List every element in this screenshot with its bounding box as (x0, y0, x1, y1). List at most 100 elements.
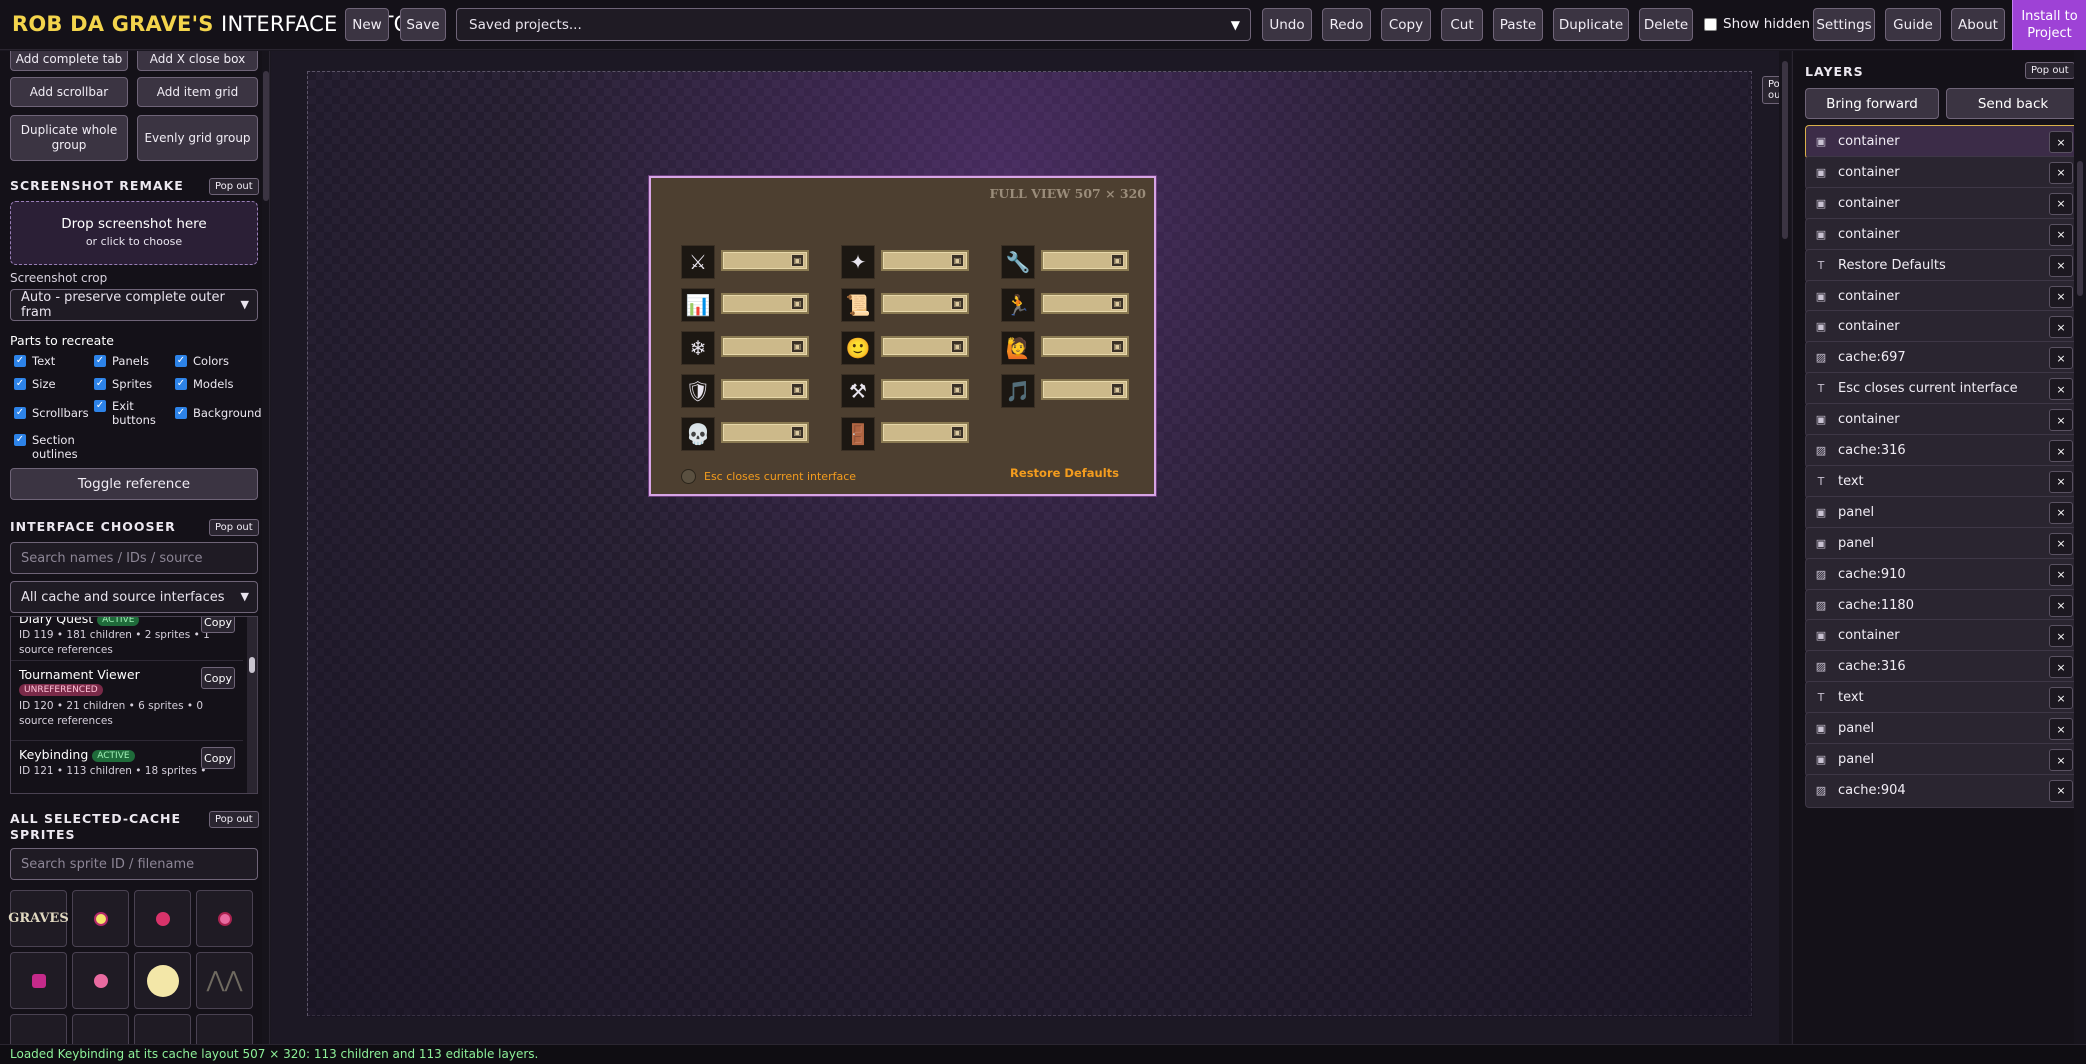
part-section-outlines-checkbox[interactable]: ✓ Section outlines (14, 433, 84, 461)
keybind-slot[interactable]: ▣ (721, 379, 809, 400)
settings-button[interactable]: Settings (1813, 8, 1875, 41)
layer-row[interactable]: Ttext × (1805, 681, 2080, 716)
keybind-slot[interactable]: ▣ (721, 293, 809, 314)
remove-layer-button[interactable]: × (2049, 594, 2073, 617)
layer-row[interactable]: T Esc closes current interface × (1805, 372, 2080, 407)
layer-row[interactable]: ▣ container × (1805, 279, 2080, 314)
sprite-thumbnail[interactable] (196, 890, 253, 947)
remove-layer-button[interactable]: × (2049, 501, 2073, 524)
layer-row[interactable]: ▣ panel × (1805, 495, 2080, 530)
sprite-thumbnail[interactable] (134, 890, 191, 947)
screenshot-popout-button[interactable]: Pop out (209, 178, 259, 195)
remove-layer-button[interactable]: × (2049, 779, 2073, 802)
list-scrollbar[interactable] (247, 617, 257, 793)
keybind-slot[interactable]: ▣ (721, 336, 809, 357)
remove-layer-button[interactable]: × (2049, 625, 2073, 648)
keybind-slot[interactable]: ▣ (881, 379, 969, 400)
cut-button[interactable]: Cut (1441, 8, 1483, 41)
sprite-thumbnail[interactable] (72, 1014, 129, 1044)
inventory-icon[interactable]: 🛡 (681, 374, 715, 408)
part-exit-buttons-checkbox[interactable]: ✓ Exit buttons (94, 399, 156, 427)
esc-closes-option[interactable]: Esc closes current interface (681, 469, 856, 484)
add-item-grid-button[interactable]: Add item grid (137, 77, 258, 107)
copy-interface-button[interactable]: Copy (201, 667, 235, 689)
screenshot-crop-select[interactable]: Auto - preserve complete outer fram ▼ (10, 289, 258, 321)
combat-icon[interactable]: ⚔ (681, 245, 715, 279)
layer-row[interactable]: ▨ cache:316 × (1805, 434, 2080, 468)
remove-layer-button[interactable]: × (2049, 718, 2073, 741)
music-icon[interactable]: 🎵 (1001, 374, 1035, 408)
remove-layer-button[interactable]: × (2049, 470, 2073, 493)
copy-interface-button[interactable]: Copy (201, 747, 235, 769)
equipment-icon[interactable]: 💀 (681, 417, 715, 451)
remove-layer-button[interactable]: × (2049, 223, 2073, 246)
about-button[interactable]: About (1951, 8, 2005, 41)
layer-row[interactable]: Ttext × (1805, 464, 2080, 499)
remove-layer-button[interactable]: × (2049, 316, 2073, 339)
remove-layer-button[interactable]: × (2049, 347, 2073, 370)
part-models-checkbox[interactable]: ✓ Models (175, 377, 234, 391)
sprite-thumbnail[interactable]: GRAVES (8, 890, 69, 947)
account-icon[interactable]: ⚒ (841, 374, 875, 408)
sprite-thumbnail[interactable] (196, 1014, 253, 1044)
interface-search-input[interactable]: Search names / IDs / source (10, 542, 258, 574)
layer-row[interactable]: ▨ cache:1180 × (1805, 588, 2080, 623)
radio-icon[interactable] (681, 469, 696, 484)
add-complete-tab-button[interactable]: Add complete tab (10, 51, 128, 71)
remove-layer-button[interactable]: × (2049, 532, 2073, 555)
guide-button[interactable]: Guide (1885, 8, 1941, 41)
send-back-button[interactable]: Send back (1946, 88, 2080, 119)
list-item[interactable]: Keybinding ACTIVE ID 121 • 113 children •… (11, 741, 243, 793)
layers-scrollbar-thumb[interactable] (2077, 161, 2083, 296)
layer-row[interactable]: ▨ cache:316 × (1805, 650, 2080, 685)
clan-icon[interactable]: 🙋 (1001, 331, 1035, 365)
remove-layer-button[interactable]: × (2049, 440, 2073, 462)
new-button[interactable]: New (345, 8, 389, 41)
duplicate-whole-group-button[interactable]: Duplicate whole group (10, 115, 128, 161)
magic-icon[interactable]: ✦ (841, 245, 875, 279)
show-hidden-toggle[interactable]: Show hidden (1704, 16, 1810, 32)
layers-popout-button[interactable]: Pop out (2025, 62, 2075, 79)
keybind-slot[interactable]: ▣ (1041, 379, 1129, 400)
remove-layer-button[interactable]: × (2049, 687, 2073, 710)
sprite-thumbnail[interactable] (10, 952, 67, 1009)
copy-interface-button[interactable]: Copy (201, 617, 235, 633)
paste-button[interactable]: Paste (1493, 8, 1543, 41)
friends-icon[interactable]: 🙂 (841, 331, 875, 365)
part-size-checkbox[interactable]: ✓ Size (14, 377, 56, 391)
interface-list[interactable]: Diary Quest ACTIVE ID 119 • 181 children … (10, 616, 258, 794)
part-sprites-checkbox[interactable]: ✓ Sprites (94, 377, 152, 391)
layer-row[interactable]: ▣ container × (1805, 217, 2080, 252)
quest-icon[interactable]: 📜 (841, 288, 875, 322)
keybind-slot[interactable]: ▣ (1041, 250, 1129, 271)
prayer-icon[interactable]: ❄ (681, 331, 715, 365)
interface-preview[interactable]: FULL VIEW 507 × 320 ⚔ ▣ 📊 ▣ ❄ ▣ 🛡 ▣ 💀 ▣ … (649, 176, 1156, 496)
keybind-slot[interactable]: ▣ (1041, 293, 1129, 314)
remove-layer-button[interactable]: × (2049, 749, 2073, 771)
delete-button[interactable]: Delete (1639, 8, 1693, 41)
keybind-slot[interactable]: ▣ (881, 336, 969, 357)
keybind-slot[interactable]: ▣ (881, 250, 969, 271)
sprite-thumbnail[interactable] (72, 952, 129, 1009)
chooser-popout-button[interactable]: Pop out (209, 519, 259, 536)
evenly-grid-group-button[interactable]: Evenly grid group (137, 115, 258, 161)
redo-button[interactable]: Redo (1322, 8, 1371, 41)
layer-row[interactable]: ▣ panel × (1805, 526, 2080, 561)
sprite-search-input[interactable]: Search sprite ID / filename (10, 848, 258, 880)
logout-icon[interactable]: 🚪 (841, 417, 875, 451)
keybind-slot[interactable]: ▣ (1041, 336, 1129, 357)
settings-icon[interactable]: 🔧 (1001, 245, 1035, 279)
add-scrollbar-button[interactable]: Add scrollbar (10, 77, 128, 107)
remove-layer-button[interactable]: × (2049, 254, 2073, 277)
layer-row[interactable]: ▨ cache:910 × (1805, 557, 2080, 592)
remove-layer-button[interactable]: × (2049, 656, 2073, 679)
keybind-slot[interactable]: ▣ (721, 250, 809, 271)
show-hidden-checkbox[interactable] (1704, 17, 1717, 31)
remove-layer-button[interactable]: × (2049, 131, 2073, 153)
undo-button[interactable]: Undo (1262, 8, 1312, 41)
saved-projects-select[interactable]: Saved projects... ▼ (456, 8, 1251, 41)
editor-canvas[interactable]: Pop out FULL VIEW 507 × 320 ⚔ ▣ 📊 ▣ ❄ ▣ … (271, 51, 1791, 1044)
part-backgrounds-checkbox[interactable]: ✓ Backgrounds (175, 406, 268, 420)
part-scrollbars-checkbox[interactable]: ✓ Scrollbars (14, 406, 89, 420)
canvas-scrollbar[interactable] (1779, 51, 1791, 1044)
